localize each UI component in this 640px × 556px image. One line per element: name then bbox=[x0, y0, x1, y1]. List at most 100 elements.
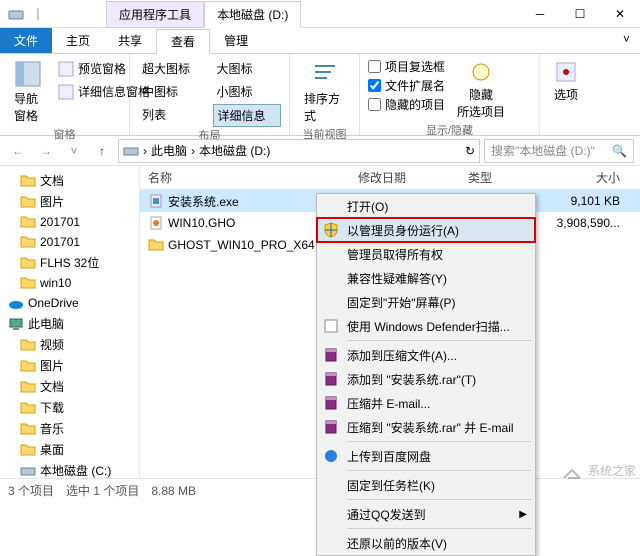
tree-item[interactable]: 本地磁盘 (C:) bbox=[0, 460, 139, 478]
tree-item[interactable]: 桌面 bbox=[0, 439, 139, 460]
shield-icon bbox=[323, 222, 339, 238]
context-menu-item[interactable]: 还原以前的版本(V) bbox=[317, 531, 535, 555]
hidden-items-toggle[interactable]: 隐藏的项目 bbox=[368, 96, 445, 113]
hide-selected-button[interactable]: 隐藏 所选项目 bbox=[451, 58, 511, 122]
rar-icon bbox=[323, 347, 339, 363]
file-ext-toggle[interactable]: 文件扩展名 bbox=[368, 77, 445, 94]
rar-icon bbox=[323, 419, 339, 435]
tree-item-label: win10 bbox=[40, 276, 71, 290]
maximize-button[interactable]: ☐ bbox=[560, 0, 600, 28]
forward-button[interactable]: → bbox=[34, 139, 58, 163]
col-name[interactable]: 名称 bbox=[140, 169, 350, 186]
tree-item[interactable]: 201701 bbox=[0, 232, 139, 252]
folder-icon bbox=[20, 442, 36, 458]
tree-item[interactable]: 图片 bbox=[0, 355, 139, 376]
close-button[interactable]: ✕ bbox=[600, 0, 640, 28]
refresh-button[interactable]: ↻ bbox=[465, 144, 475, 158]
tree-item-label: FLHS 32位 bbox=[40, 254, 99, 271]
context-menu-item[interactable]: 使用 Windows Defender扫描... bbox=[317, 314, 535, 338]
col-size[interactable]: 大小 bbox=[550, 169, 640, 186]
tab-home[interactable]: 主页 bbox=[52, 28, 104, 53]
status-size: 8.88 MB bbox=[151, 484, 196, 498]
tree-item[interactable]: 201701 bbox=[0, 212, 139, 232]
menu-separator bbox=[347, 340, 531, 341]
tree-item-label: 201701 bbox=[40, 215, 80, 229]
tree-item[interactable]: 视频 bbox=[0, 334, 139, 355]
tree-item-label: 此电脑 bbox=[28, 315, 64, 332]
title-contextual-tab: 应用程序工具 bbox=[106, 1, 204, 28]
ribbon: 导航窗格 预览窗格 详细信息窗格 窗格 超大图标 中图标 列表 大图标 小图标 … bbox=[0, 54, 640, 136]
menubar: 文件 主页 共享 查看 管理 ˅ bbox=[0, 28, 640, 54]
tab-share[interactable]: 共享 bbox=[104, 28, 156, 53]
context-menu-item[interactable]: 上传到百度网盘 bbox=[317, 444, 535, 468]
menu-item-label: 固定到"开始"屏幕(P) bbox=[347, 294, 456, 311]
context-menu-item[interactable]: 打开(O) bbox=[317, 194, 535, 218]
tree-item[interactable]: 下载 bbox=[0, 397, 139, 418]
sort-button[interactable]: 排序方式 bbox=[298, 58, 351, 126]
menu-item-label: 添加到 "安装系统.rar"(T) bbox=[347, 371, 476, 388]
tab-view[interactable]: 查看 bbox=[156, 29, 210, 54]
tree-item-label: 文档 bbox=[40, 172, 64, 189]
menu-separator bbox=[347, 470, 531, 471]
folder-icon bbox=[20, 234, 36, 250]
watermark: 系统之家 bbox=[560, 458, 636, 482]
context-menu-item[interactable]: 兼容性疑难解答(Y) bbox=[317, 266, 535, 290]
menu-item-label: 以管理员身份运行(A) bbox=[347, 222, 459, 239]
context-menu-item[interactable]: 通过QQ发送到▶ bbox=[317, 502, 535, 526]
drive-icon bbox=[8, 6, 24, 22]
tree-item[interactable]: 图片 bbox=[0, 191, 139, 212]
tree-item[interactable]: 文档 bbox=[0, 376, 139, 397]
menu-separator bbox=[347, 499, 531, 500]
tab-manage[interactable]: 管理 bbox=[210, 28, 262, 53]
tree-item[interactable]: 文档 bbox=[0, 170, 139, 191]
tree-item[interactable]: win10 bbox=[0, 273, 139, 293]
crumb-this-pc[interactable]: 此电脑 bbox=[151, 142, 187, 159]
layout-list[interactable]: 列表 bbox=[138, 104, 207, 125]
context-menu-item[interactable]: 管理员取得所有权 bbox=[317, 242, 535, 266]
tree-item[interactable]: 此电脑 bbox=[0, 313, 139, 334]
nav-pane-button[interactable]: 导航窗格 bbox=[8, 58, 48, 126]
context-menu: 打开(O) 以管理员身份运行(A) 管理员取得所有权兼容性疑难解答(Y) 固定到"开始… bbox=[316, 193, 536, 556]
drive-icon bbox=[123, 143, 139, 159]
ribbon-collapse-button[interactable]: ˅ bbox=[613, 28, 640, 53]
context-menu-item[interactable]: 固定到"开始"屏幕(P) bbox=[317, 290, 535, 314]
context-menu-item[interactable]: 添加到 "安装系统.rar"(T) bbox=[317, 367, 535, 391]
col-type[interactable]: 类型 bbox=[460, 169, 550, 186]
breadcrumb[interactable]: › 此电脑 › 本地磁盘 (D:) ↻ bbox=[118, 139, 480, 163]
context-menu-item[interactable]: 压缩到 "安装系统.rar" 并 E-mail bbox=[317, 415, 535, 439]
folder-icon bbox=[20, 214, 36, 230]
context-menu-item[interactable]: 压缩并 E-mail... bbox=[317, 391, 535, 415]
drive-icon bbox=[20, 463, 36, 479]
context-menu-item[interactable]: 固定到任务栏(K) bbox=[317, 473, 535, 497]
file-menu[interactable]: 文件 bbox=[0, 28, 52, 53]
submenu-arrow-icon: ▶ bbox=[519, 509, 527, 520]
ribbon-group-showhide-label: 显示/隐藏 bbox=[368, 122, 531, 138]
layout-xlarge[interactable]: 超大图标 bbox=[138, 58, 207, 79]
context-menu-item[interactable]: 添加到压缩文件(A)... bbox=[317, 343, 535, 367]
tree-item-label: 桌面 bbox=[40, 441, 64, 458]
back-button[interactable]: ← bbox=[6, 139, 30, 163]
layout-large[interactable]: 大图标 bbox=[213, 58, 282, 79]
tree-item[interactable]: FLHS 32位 bbox=[0, 252, 139, 273]
layout-details[interactable]: 详细信息 bbox=[213, 104, 282, 127]
tree-item[interactable]: OneDrive bbox=[0, 293, 139, 313]
column-headers: 名称 修改日期 类型 大小 bbox=[140, 166, 640, 190]
layout-small[interactable]: 小图标 bbox=[213, 81, 282, 102]
separator-icon bbox=[30, 6, 46, 22]
item-checkboxes-toggle[interactable]: 项目复选框 bbox=[368, 58, 445, 75]
col-date[interactable]: 修改日期 bbox=[350, 169, 460, 186]
minimize-button[interactable]: ─ bbox=[520, 0, 560, 28]
nav-tree[interactable]: 文档图片201701201701FLHS 32位win10OneDrive此电脑… bbox=[0, 166, 140, 478]
layout-medium[interactable]: 中图标 bbox=[138, 81, 207, 102]
up-button[interactable]: ↑ bbox=[90, 139, 114, 163]
recent-button[interactable]: ˅ bbox=[62, 139, 86, 163]
tree-item-label: 201701 bbox=[40, 235, 80, 249]
tree-item[interactable]: 音乐 bbox=[0, 418, 139, 439]
pc-icon bbox=[8, 316, 24, 332]
titlebar: 应用程序工具 本地磁盘 (D:) ─ ☐ ✕ bbox=[0, 0, 640, 28]
crumb-drive-d[interactable]: 本地磁盘 (D:) bbox=[199, 142, 270, 159]
context-menu-item[interactable]: 以管理员身份运行(A) bbox=[317, 218, 535, 242]
search-input[interactable]: 搜索"本地磁盘 (D:)" 🔍 bbox=[484, 139, 634, 163]
tree-item-label: 本地磁盘 (C:) bbox=[40, 462, 111, 478]
options-button[interactable]: 选项 bbox=[548, 58, 584, 131]
